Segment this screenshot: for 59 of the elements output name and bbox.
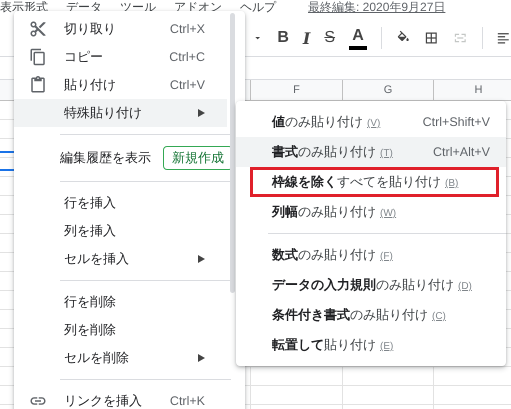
menu-item-label: 行を削除 [64,293,117,311]
copy-icon [29,48,47,66]
shortcut-label: Ctrl+K [170,394,205,408]
menu-item[interactable]: 条件付き書式のみ貼り付け (C) [236,300,506,330]
menu-item[interactable]: 列を挿入 [14,217,227,245]
menu-item[interactable]: 数式のみ貼り付け (F) [236,240,506,270]
scrollbar-thumb[interactable] [230,13,235,293]
menu-item[interactable]: コピー Ctrl+C [14,43,227,71]
text-color-button[interactable]: A [349,26,368,50]
menu-item[interactable]: 枠線を除くすべてを貼り付け (B) [236,167,506,197]
column-header[interactable]: F [251,80,343,101]
menu-item-label: 行を挿入 [64,194,117,212]
menu-item-label: コピー [64,48,104,66]
column-header[interactable]: H [434,80,511,101]
menu-item[interactable]: 貼り付け Ctrl+V [14,71,227,99]
menu-item-label: 枠線を除くすべてを貼り付け (B) [272,173,460,191]
shortcut-label: Ctrl+V [170,78,205,92]
shortcut-label: Ctrl+Alt+V [433,145,490,159]
menu-bar-item[interactable]: ヘルプ [240,0,276,16]
menu-item-label: 列幅のみ貼り付け (W) [272,203,398,221]
menu-item[interactable]: 編集履歴を表示 [60,149,151,167]
menu-item[interactable]: 切り取り Ctrl+X [14,15,227,43]
italic-button[interactable]: I [302,28,310,48]
menu-item[interactable]: 列幅のみ貼り付け (W) [236,197,506,227]
menu-item-label: 列を挿入 [64,222,117,240]
menu-item-label: 数式のみ貼り付け (F) [272,246,394,264]
menu-item-label: 列を削除 [64,321,117,339]
strikethrough-button[interactable]: S [324,29,336,47]
menu-item-label: 書式のみ貼り付け (T) [272,143,394,161]
menu-item[interactable]: セルを削除 [14,344,227,372]
clipboard-icon [29,76,47,94]
menu-item[interactable]: 列を削除 [14,316,227,344]
menu-item-label: 条件付き書式のみ貼り付け (C) [272,306,447,324]
shortcut-label: Ctrl+C [169,50,205,64]
menu-item-label: リンクを挿入 [64,392,143,409]
menu-item[interactable]: 転置して貼り付け (E) [236,330,506,360]
scissors-icon [29,20,47,38]
menu-item-label: セルを削除 [64,349,130,367]
menu-item[interactable]: 特殊貼り付け [14,99,227,127]
bold-button[interactable]: B [277,29,289,47]
menu-item[interactable]: セルを挿入 [14,245,227,273]
menu-item-label: 値のみ貼り付け (V) [272,113,382,131]
menu-item-label: 特殊貼り付け [64,104,143,122]
shortcut-label: Ctrl+X [170,22,205,36]
menu-item-label: セルを挿入 [64,250,130,268]
menu-item-label: 切り取り [64,20,117,38]
last-edit-link[interactable]: 最終編集: 2020年9月27日 [308,0,446,16]
menu-item-label: 貼り付け [64,76,117,94]
menu-item-label: データの入力規則のみ貼り付け (D) [272,276,473,294]
menu-item[interactable]: データの入力規則のみ貼り付け (D) [236,270,506,300]
menu-item[interactable]: リンクを挿入 Ctrl+K [14,387,227,409]
menu-item[interactable]: 値のみ貼り付け (V) Ctrl+Shift+V [236,107,506,137]
menu-item[interactable]: 書式のみ貼り付け (T) Ctrl+Alt+V [236,137,506,167]
menu-item[interactable]: 行を挿入 [14,189,227,217]
menu-item[interactable]: 行を削除 [14,288,227,316]
column-header[interactable]: G [343,80,434,101]
shortcut-label: Ctrl+Shift+V [422,115,490,129]
new-version-button[interactable]: 新規作成 [163,146,233,170]
menu-item-label: 転置して貼り付け (E) [272,336,394,354]
